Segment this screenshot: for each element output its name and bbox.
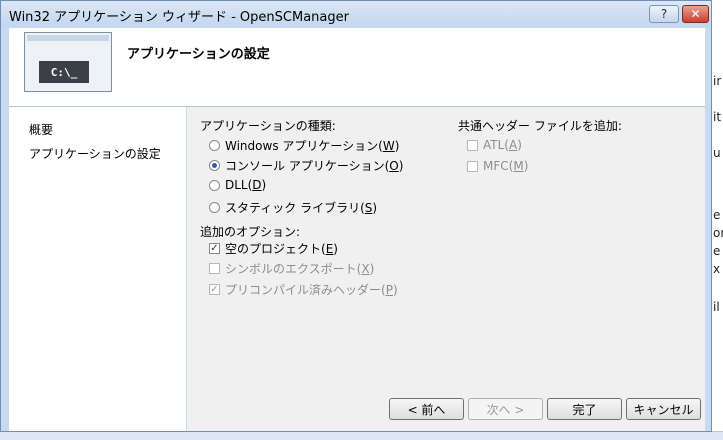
radio-button[interactable] <box>209 179 220 191</box>
checkbox-atl[interactable]: ATL(A) <box>467 138 522 152</box>
checkbox[interactable] <box>209 263 220 274</box>
next-button[interactable]: 次へ > <box>468 398 543 420</box>
radio-label: スタティック ライブラリ(S) <box>225 201 378 215</box>
checkbox-label: プリコンパイル済みヘッダー(P) <box>225 283 398 297</box>
wizard-nav: 概要 アプリケーションの設定 <box>9 107 186 431</box>
checkbox-export-symbols[interactable]: シンボルのエクスポート(X) <box>209 260 374 277</box>
close-icon: ✕ <box>690 7 701 21</box>
help-button[interactable]: ? <box>649 5 679 23</box>
settings-panel: アプリケーションの種類: Windows アプリケーション(W) コンソール ア… <box>187 107 705 431</box>
window-title: Win32 アプリケーション ウィザード - OpenSCManager <box>9 10 349 25</box>
title-bar[interactable]: Win32 アプリケーション ウィザード - OpenSCManager ? ✕ <box>1 1 711 27</box>
radio-windows-app[interactable]: Windows アプリケーション(W) <box>209 137 399 154</box>
background-text: x <box>713 262 721 276</box>
radio-label: DLL(D) <box>225 178 267 192</box>
background-text: e <box>713 244 721 258</box>
radio-static-lib[interactable]: スタティック ライブラリ(S) <box>209 199 377 216</box>
nav-item-app-settings[interactable]: アプリケーションの設定 <box>29 145 161 162</box>
cancel-button[interactable]: キャンセル <box>626 398 701 420</box>
radio-label: Windows アプリケーション(W) <box>225 139 400 153</box>
background-text: il <box>713 300 720 314</box>
checkbox-label: 空のプロジェクト(E) <box>225 242 338 256</box>
nav-item-overview[interactable]: 概要 <box>29 121 53 138</box>
background-text: it <box>713 110 722 124</box>
finish-button[interactable]: 完了 <box>547 398 622 420</box>
checkbox[interactable] <box>467 160 478 172</box>
icon-menubar <box>27 35 109 41</box>
wizard-header: C:\_ アプリケーションの設定 <box>9 28 705 107</box>
background-text: u <box>713 146 721 160</box>
checkbox-label: ATL(A) <box>483 138 522 152</box>
radio-button-selected[interactable] <box>209 160 220 171</box>
radio-label: コンソール アプリケーション(O) <box>225 159 404 173</box>
checkbox-label: MFC(M) <box>483 159 529 173</box>
prev-button[interactable]: < 前へ <box>389 398 464 420</box>
wizard-dialog: Win32 アプリケーション ウィザード - OpenSCManager ? ✕… <box>0 0 712 432</box>
console-prompt-icon: C:\_ <box>39 61 89 83</box>
radio-button[interactable] <box>209 202 220 213</box>
checkbox[interactable] <box>467 139 478 151</box>
console-app-icon: C:\_ <box>24 32 112 92</box>
app-type-label: アプリケーションの種類: <box>200 119 336 133</box>
radio-button[interactable] <box>209 140 220 151</box>
checkbox-checked[interactable]: ✓ <box>209 284 220 295</box>
checkbox-checked[interactable]: ✓ <box>209 243 220 254</box>
help-icon: ? <box>660 7 668 21</box>
checkbox-empty-project[interactable]: ✓ 空のプロジェクト(E) <box>209 240 338 257</box>
radio-dll[interactable]: DLL(D) <box>209 178 266 192</box>
background-text: ir <box>713 74 722 88</box>
extra-options-label: 追加のオプション: <box>200 225 301 239</box>
common-headers-label: 共通ヘッダー ファイルを追加: <box>458 119 622 133</box>
close-button[interactable]: ✕ <box>682 5 709 23</box>
background-text: or <box>713 226 723 240</box>
checkbox-label: シンボルのエクスポート(X) <box>225 262 375 276</box>
page-title: アプリケーションの設定 <box>127 47 270 62</box>
checkbox-mfc[interactable]: MFC(M) <box>467 159 528 173</box>
background-text: e <box>713 208 721 222</box>
checkbox-precompiled-header[interactable]: ✓ プリコンパイル済みヘッダー(P) <box>209 281 398 298</box>
radio-console-app[interactable]: コンソール アプリケーション(O) <box>209 157 403 174</box>
